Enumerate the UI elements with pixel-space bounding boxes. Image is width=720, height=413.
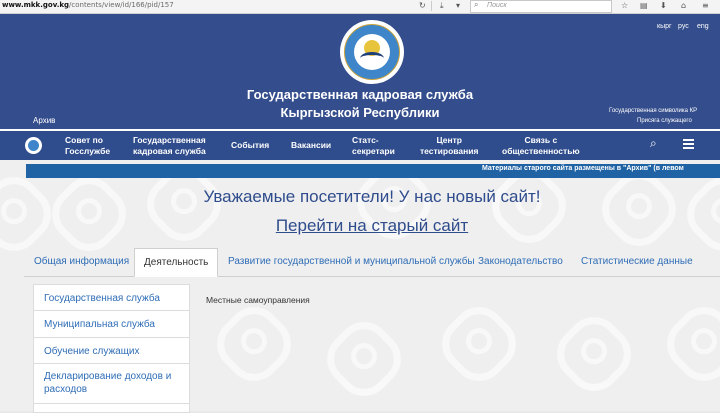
site-title-line1: Государственная кадровая служба <box>246 87 474 102</box>
search-icon: ⌕ <box>474 0 479 9</box>
archive-link[interactable]: Архив <box>33 116 55 125</box>
tab-legislation[interactable]: Законодательство <box>478 256 563 267</box>
lang-russian[interactable]: рус <box>678 23 689 30</box>
tab-general-info[interactable]: Общая информация <box>34 256 129 267</box>
nav-testing-center[interactable]: Центр тестирования <box>420 135 478 157</box>
side-item-training[interactable]: Обучение служащих <box>34 338 189 364</box>
oath-link[interactable]: Присяга служащего <box>637 118 692 124</box>
dropdown-icon[interactable]: ▾ <box>456 0 460 12</box>
address-bar[interactable]: www.mkk.gov.kg/contents/view/id/166/pid/… <box>2 1 174 9</box>
download-icon[interactable]: ⤓ <box>440 0 444 12</box>
downloads-icon[interactable]: ⬇ <box>660 0 667 12</box>
old-site-link[interactable]: Перейти на старый сайт <box>0 216 720 236</box>
side-item-state-service[interactable]: Государственная служба <box>34 285 189 311</box>
nav-emblem-icon[interactable] <box>25 137 42 154</box>
bookmark-star-icon[interactable]: ☆ <box>621 0 628 12</box>
state-symbols-link[interactable]: Государственная символика КР <box>609 108 697 114</box>
tab-development[interactable]: Развитие государственной и муниципальной… <box>228 256 475 267</box>
menu-icon[interactable]: ≡ <box>702 0 709 12</box>
browser-search-input[interactable]: ⌕ Поиск <box>470 0 612 13</box>
nav-vacancies[interactable]: Вакансии <box>291 140 331 151</box>
site-header: Государственная кадровая служба Кыргызск… <box>0 14 720 129</box>
side-menu: Государственная служба Муниципальная слу… <box>33 284 190 413</box>
nav-personnel-service[interactable]: Государственная кадровая служба <box>133 135 206 157</box>
bookmarks-icon[interactable]: ▤ <box>640 0 648 12</box>
browser-toolbar: www.mkk.gov.kg/contents/view/id/166/pid/… <box>0 0 720 14</box>
tabs: Общая информация Деятельность Развитие г… <box>24 248 720 277</box>
content-text: Местные самоуправления <box>206 295 310 305</box>
side-item-municipal-service[interactable]: Муниципальная служба <box>34 311 189 338</box>
nav-public-relations[interactable]: Связь с общественностью <box>502 135 580 157</box>
tab-activity[interactable]: Деятельность <box>134 248 219 277</box>
hamburger-menu-icon[interactable] <box>683 139 694 149</box>
archive-notice-bar: Материалы старого сайта размещены в "Арх… <box>26 164 720 178</box>
nav-council[interactable]: Совет по Госслужбе <box>65 135 110 157</box>
main-nav: Совет по Госслужбе Государственная кадро… <box>0 129 720 160</box>
lang-english[interactable]: eng <box>697 23 709 30</box>
tab-statistics[interactable]: Статистические данные <box>581 256 693 267</box>
reload-icon[interactable]: ↻ <box>419 0 426 12</box>
home-icon[interactable]: ⌂ <box>681 0 686 12</box>
side-item-declaration[interactable]: Декларирование доходов и расходов <box>34 364 189 404</box>
nav-state-secretaries[interactable]: Статс- секретари <box>352 135 395 157</box>
nav-events[interactable]: События <box>231 140 269 151</box>
state-emblem-logo[interactable] <box>340 20 404 84</box>
greeting-heading: Уважаемые посетители! У нас новый сайт! <box>203 187 541 206</box>
search-icon[interactable]: ⌕ <box>650 136 657 151</box>
lang-kyrgyz[interactable]: кырг <box>657 23 672 30</box>
